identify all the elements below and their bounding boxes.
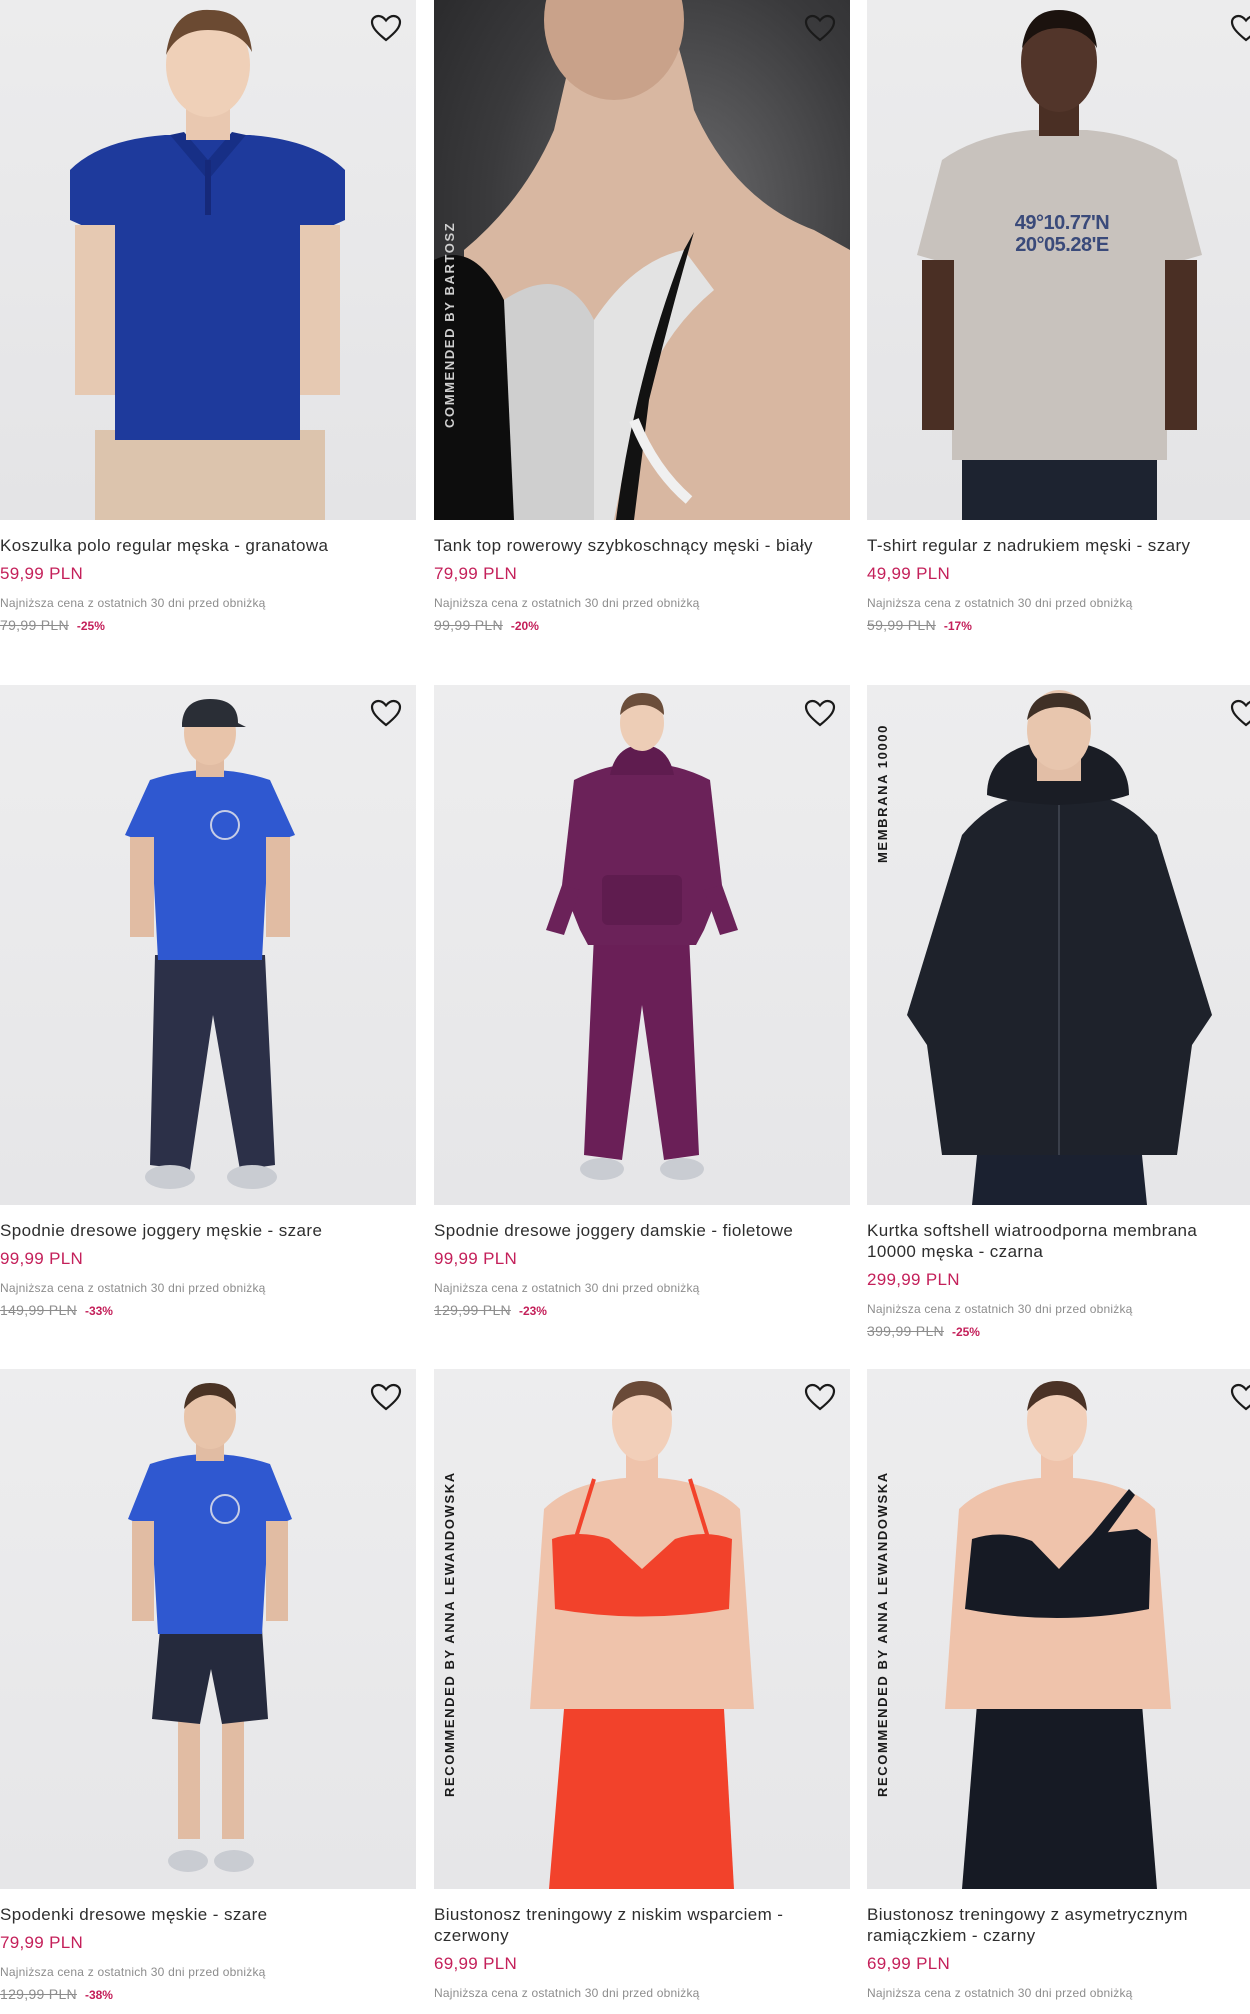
heart-outline-icon (370, 14, 402, 42)
product-price: 59,99 PLN (0, 564, 84, 583)
heart-outline-icon (370, 699, 402, 727)
lowest-price-label: Najniższa cena z ostatnich 30 dni przed … (434, 1281, 700, 1295)
product-card[interactable]: Spodnie dresowe joggery męskie - szare 9… (0, 685, 416, 1320)
product-card[interactable]: Koszulka polo regular męska - granatowa … (0, 0, 416, 635)
lowest-price-label: Najniższa cena z ostatnich 30 dni przed … (0, 1281, 266, 1295)
product-badge: COMMENDED BY BARTOSZ (442, 221, 457, 428)
product-image[interactable] (434, 685, 850, 1205)
old-price: 129,99 PLN (0, 1986, 77, 2002)
wishlist-button[interactable] (802, 1379, 838, 1415)
product-name[interactable]: Biustonosz treningowy z niskim wsparciem… (434, 1904, 850, 1946)
old-price: 99,99 PLN (434, 617, 503, 633)
shirt-print-line: 49°10.77'N (1014, 212, 1110, 234)
product-image[interactable]: RECOMMENDED BY ANNA LEWANDOWSKA (434, 1369, 850, 1889)
product-name[interactable]: Koszulka polo regular męska - granatowa (0, 535, 416, 556)
heart-outline-icon (804, 699, 836, 727)
product-card[interactable]: 49°10.77'N 20°05.28'E T-shirt regular z … (867, 0, 1250, 635)
wishlist-button[interactable] (1228, 10, 1250, 46)
heart-outline-icon (370, 1383, 402, 1411)
product-image[interactable]: RECOMMENDED BY ANNA LEWANDOWSKA (867, 1369, 1250, 1889)
discount-badge: -23% (518, 1304, 547, 1318)
discount-badge: -33% (84, 1304, 113, 1318)
product-badge: RECOMMENDED BY ANNA LEWANDOWSKA (875, 1471, 890, 1797)
lowest-price-label: Najniższa cena z ostatnich 30 dni przed … (434, 596, 700, 610)
product-grid: Koszulka polo regular męska - granatowa … (0, 0, 1250, 2014)
product-price: 79,99 PLN (434, 564, 518, 583)
heart-outline-icon (1230, 1383, 1250, 1411)
wishlist-button[interactable] (368, 695, 404, 731)
wishlist-button[interactable] (1228, 695, 1250, 731)
old-price-row: 399,99 PLN -25% (867, 1322, 1250, 1341)
old-price: 129,99 PLN (434, 1302, 511, 1318)
wishlist-button[interactable] (368, 1379, 404, 1415)
product-price: 79,99 PLN (0, 1933, 84, 1952)
old-price-row: 129,99 PLN -23% (434, 1301, 850, 1320)
lowest-price-label: Najniższa cena z ostatnich 30 dni przed … (867, 1986, 1133, 2000)
discount-badge: -20% (510, 619, 539, 633)
product-badge: RECOMMENDED BY ANNA LEWANDOWSKA (442, 1471, 457, 1797)
old-price-row: 79,99 PLN -25% (0, 616, 416, 635)
product-name[interactable]: Spodenki dresowe męskie - szare (0, 1904, 416, 1925)
wishlist-button[interactable] (368, 10, 404, 46)
discount-badge: -17% (943, 619, 972, 633)
product-image[interactable] (0, 0, 416, 520)
product-price: 299,99 PLN (867, 1270, 960, 1289)
discount-badge: -25% (76, 619, 105, 633)
wishlist-button[interactable] (1228, 1379, 1250, 1415)
old-price: 399,99 PLN (867, 1323, 944, 1339)
product-card[interactable]: RECOMMENDED BY ANNA LEWANDOWSKA Biustono… (867, 1369, 1250, 2001)
product-name[interactable]: Tank top rowerowy szybkoschnący męski - … (434, 535, 850, 556)
product-name[interactable]: Spodnie dresowe joggery damskie - fiolet… (434, 1220, 850, 1241)
heart-outline-icon (804, 14, 836, 42)
wishlist-button[interactable] (802, 10, 838, 46)
old-price-row: 149,99 PLN -33% (0, 1301, 416, 1320)
product-price: 49,99 PLN (867, 564, 951, 583)
product-badge: MEMBRANA 10000 (875, 724, 890, 863)
old-price-row: 129,99 PLN -38% (0, 1985, 416, 2004)
product-image[interactable]: MEMBRANA 10000 (867, 685, 1250, 1205)
lowest-price-label: Najniższa cena z ostatnich 30 dni przed … (867, 1302, 1133, 1316)
product-price: 99,99 PLN (0, 1249, 84, 1268)
product-image[interactable]: 49°10.77'N 20°05.28'E (867, 0, 1250, 520)
old-price: 149,99 PLN (0, 1302, 77, 1318)
product-image[interactable] (0, 685, 416, 1205)
old-price: 79,99 PLN (0, 617, 69, 633)
product-card[interactable]: RECOMMENDED BY ANNA LEWANDOWSKA Biustono… (434, 1369, 850, 2001)
product-card[interactable]: Spodnie dresowe joggery damskie - fiolet… (434, 685, 850, 1320)
product-card[interactable]: Spodenki dresowe męskie - szare 79,99 PL… (0, 1369, 416, 2004)
product-card[interactable]: MEMBRANA 10000 Kurtka softshell wiatrood… (867, 685, 1250, 1341)
lowest-price-label: Najniższa cena z ostatnich 30 dni przed … (0, 596, 266, 610)
old-price-row: 99,99 PLN -20% (434, 616, 850, 635)
old-price-row: 59,99 PLN -17% (867, 616, 1250, 635)
product-price: 69,99 PLN (434, 1954, 518, 1973)
product-name[interactable]: Spodnie dresowe joggery męskie - szare (0, 1220, 416, 1241)
heart-outline-icon (1230, 14, 1250, 42)
product-image[interactable] (0, 1369, 416, 1889)
lowest-price-label: Najniższa cena z ostatnich 30 dni przed … (0, 1965, 266, 1979)
product-image[interactable]: COMMENDED BY BARTOSZ (434, 0, 850, 520)
shirt-print-line: 20°05.28'E (1015, 234, 1109, 256)
lowest-price-label: Najniższa cena z ostatnich 30 dni przed … (867, 596, 1133, 610)
heart-outline-icon (1230, 699, 1250, 727)
product-name[interactable]: Biustonosz treningowy z asymetrycznym ra… (867, 1904, 1250, 1946)
wishlist-button[interactable] (802, 695, 838, 731)
old-price: 59,99 PLN (867, 617, 936, 633)
product-card[interactable]: COMMENDED BY BARTOSZ Tank top rowerowy s… (434, 0, 850, 635)
discount-badge: -38% (84, 1988, 113, 2002)
product-price: 69,99 PLN (867, 1954, 951, 1973)
lowest-price-label: Najniższa cena z ostatnich 30 dni przed … (434, 1986, 700, 2000)
product-name[interactable]: T-shirt regular z nadrukiem męski - szar… (867, 535, 1250, 556)
product-name[interactable]: Kurtka softshell wiatroodporna membrana … (867, 1220, 1250, 1262)
shirt-print: 49°10.77'N 20°05.28'E (987, 212, 1137, 256)
heart-outline-icon (804, 1383, 836, 1411)
discount-badge: -25% (951, 1325, 980, 1339)
product-price: 99,99 PLN (434, 1249, 518, 1268)
